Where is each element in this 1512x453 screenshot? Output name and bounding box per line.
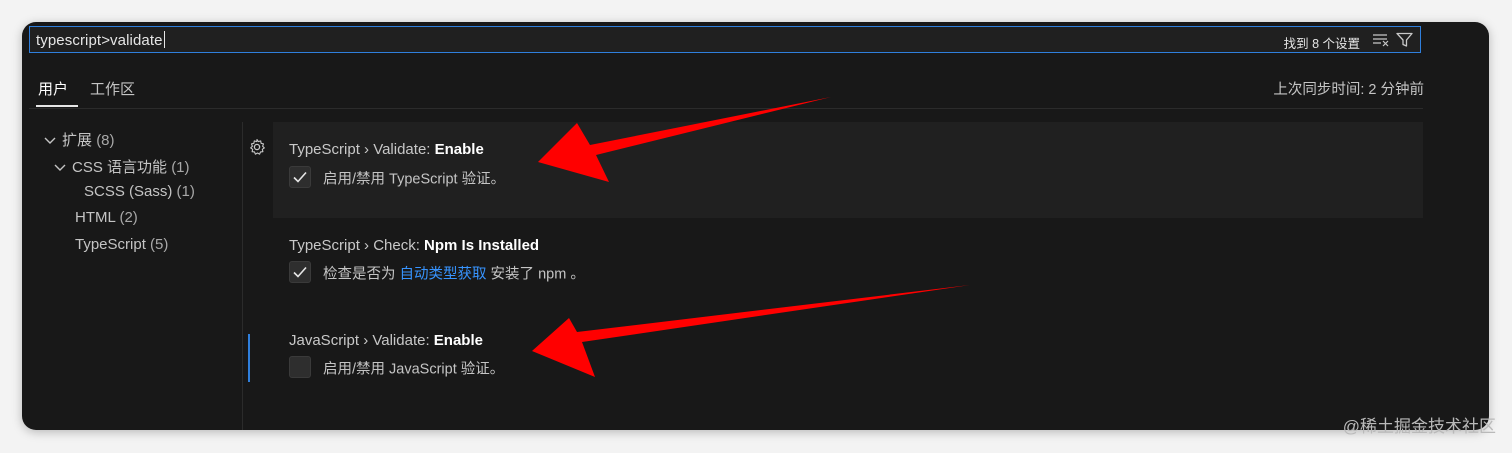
gear-icon[interactable] (248, 138, 266, 156)
checkmark-icon (293, 266, 307, 278)
setting-value-row: 启用/禁用 JavaScript 验证。 (289, 356, 505, 379)
description-text: 检查是否为 (323, 266, 400, 283)
toc-item-label: CSS 语言功能 (72, 159, 168, 176)
tabs-divider (29, 108, 1423, 109)
toc-item-scss[interactable]: SCSS (Sass) (1) (84, 183, 195, 200)
modified-indicator (248, 334, 250, 382)
filter-icon[interactable] (1396, 32, 1414, 48)
toc-item-count: (1) (171, 159, 190, 176)
toc-item-count: (2) (119, 209, 138, 226)
settings-window: typescript>validate 找到 8 个设置 用户 工作区 上次同步… (22, 22, 1489, 430)
sync-status: 上次同步时间: 2 分钟前 (1273, 82, 1424, 98)
tab-user[interactable]: 用户 (38, 78, 68, 99)
active-tab-indicator (36, 105, 78, 107)
setting-value-row: 检查是否为 自动类型获取 安装了 npm 。 (289, 261, 585, 284)
setting-description: 检查是否为 自动类型获取 安装了 npm 。 (323, 267, 585, 283)
setting-javascript-validate-enable: JavaScript › Validate: Enable 启用/禁用 Java… (273, 314, 1423, 404)
setting-category: TypeScript › Validate: (289, 141, 435, 158)
tab-workspace[interactable]: 工作区 (90, 78, 135, 99)
setting-category: JavaScript › Validate: (289, 332, 434, 349)
chevron-down-icon (44, 132, 56, 149)
setting-description: 启用/禁用 TypeScript 验证。 (323, 171, 506, 188)
search-input[interactable]: typescript>validate (36, 31, 165, 49)
watermark: @稀土掘金技术社区 (1342, 417, 1496, 436)
toc-item-html[interactable]: HTML (2) (75, 209, 138, 226)
setting-key: Enable (434, 141, 484, 158)
ata-link[interactable]: 自动类型获取 (400, 267, 487, 283)
toc-item-label: 扩展 (62, 132, 93, 149)
toc-item-label: SCSS (Sass) (84, 183, 173, 200)
setting-checkbox[interactable] (289, 356, 311, 378)
settings-list: TypeScript › Validate: Enable 启用/禁用 Type… (243, 122, 1423, 430)
toc-item-count: (1) (176, 183, 195, 200)
setting-title: JavaScript › Validate: Enable (289, 332, 483, 349)
setting-key: Enable (433, 332, 483, 349)
chevron-down-icon (54, 159, 66, 176)
description-text: 安装了 npm 。 (486, 266, 585, 283)
search-input-value: typescript>validate (36, 32, 163, 49)
checkmark-icon (293, 171, 307, 183)
settings-search-box[interactable]: typescript>validate 找到 8 个设置 (29, 26, 1421, 53)
setting-checkbox[interactable] (289, 261, 311, 283)
toc-item-label: HTML (75, 209, 116, 226)
setting-typescript-validate-enable: TypeScript › Validate: Enable 启用/禁用 Type… (273, 122, 1423, 218)
setting-key: Npm Is Installed (424, 237, 540, 254)
setting-category: TypeScript › Check: (289, 237, 425, 254)
setting-description: 启用/禁用 JavaScript 验证。 (323, 361, 505, 378)
search-result-count: 找到 8 个设置 (1283, 37, 1360, 51)
clear-filter-icon[interactable] (1372, 32, 1390, 48)
setting-checkbox[interactable] (289, 166, 311, 188)
text-caret (163, 31, 165, 48)
toc-item-label: TypeScript (75, 236, 146, 253)
setting-typescript-check-npm: TypeScript › Check: Npm Is Installed 检查是… (273, 222, 1423, 312)
toc-item-typescript[interactable]: TypeScript (5) (75, 236, 168, 253)
toc-item-css[interactable]: CSS 语言功能 (1) (54, 156, 190, 177)
setting-value-row: 启用/禁用 TypeScript 验证。 (289, 166, 506, 189)
toc-item-extensions[interactable]: 扩展 (8) (44, 129, 115, 150)
toc-item-count: (8) (96, 132, 115, 149)
setting-title: TypeScript › Check: Npm Is Installed (289, 237, 539, 254)
toc-item-count: (5) (150, 236, 169, 253)
setting-title: TypeScript › Validate: Enable (289, 141, 484, 158)
